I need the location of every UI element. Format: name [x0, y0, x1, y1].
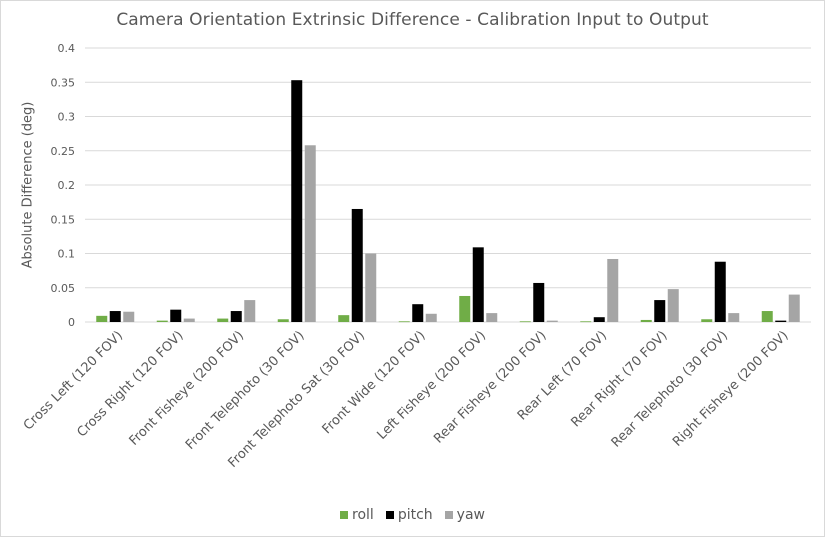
legend-label-pitch: pitch: [397, 507, 433, 523]
x-tick-label: Front Telephoto (30 FOV): [183, 328, 308, 453]
bar-roll: [96, 315, 108, 322]
gridlines: [85, 47, 811, 323]
bar-yaw: [788, 294, 800, 322]
x-tick-label: Rear Fisheye (200 FOV): [431, 328, 549, 446]
legend-swatch-roll: [340, 511, 349, 519]
bar-pitch: [109, 311, 121, 322]
bar-roll: [701, 319, 713, 322]
y-tick-labels: 0 0.05 0.1 0.15 0.2 0.25 0.3 0.35 0.4: [51, 42, 76, 329]
x-tick-label: Cross Right (120 FOV): [74, 328, 186, 440]
bar-yaw: [486, 313, 498, 322]
y-tick-label: 0.25: [51, 145, 76, 158]
y-tick-label: 0.15: [51, 213, 76, 226]
legend-label-roll: roll: [352, 507, 374, 523]
bar-yaw: [607, 258, 619, 322]
y-tick-label: 0: [68, 316, 75, 329]
x-tick-label: Cross Left (120 FOV): [21, 328, 126, 433]
bar-yaw: [728, 313, 740, 322]
y-tick-label: 0.4: [58, 42, 76, 55]
bar-chart: 0 0.05 0.1 0.15 0.2 0.25 0.3 0.35 0.4 Cross Left…: [21, 42, 811, 471]
bar-pitch: [170, 309, 182, 322]
bar-yaw: [365, 253, 377, 322]
legend: roll pitch yaw: [0, 507, 825, 523]
bar-roll: [277, 319, 289, 322]
bar-yaw: [425, 313, 437, 322]
bar-pitch: [412, 304, 424, 322]
y-tick-label: 0.05: [51, 282, 76, 295]
bar-roll: [459, 295, 471, 322]
bar-roll: [156, 320, 168, 322]
bar-yaw: [244, 300, 256, 322]
bar-pitch: [714, 261, 726, 322]
bar-roll: [761, 311, 773, 322]
bar-pitch: [230, 311, 242, 322]
legend-swatch-pitch: [385, 511, 394, 519]
legend-item-yaw: yaw: [444, 507, 485, 523]
y-tick-label: 0.3: [58, 111, 76, 124]
bar-pitch: [351, 208, 363, 322]
legend-item-roll: roll: [340, 507, 374, 523]
y-tick-label: 0.2: [58, 179, 76, 192]
bar-yaw: [667, 289, 679, 322]
x-tick-label: Front Fisheye (200 FOV): [127, 328, 248, 449]
y-tick-label: 0.35: [51, 76, 76, 89]
bar-roll: [580, 321, 592, 323]
legend-label-yaw: yaw: [456, 507, 485, 523]
bar-roll: [217, 318, 229, 322]
x-tick-label: Left Fisheye (200 FOV): [375, 328, 490, 443]
x-tick-labels: Cross Left (120 FOV)Cross Right (120 FOV…: [21, 328, 792, 471]
x-tick-label: Rear Telephoto (30 FOV): [609, 328, 731, 450]
x-tick-label: Front Wide (120 FOV): [320, 328, 429, 437]
x-tick-label: Right Fisheye (200 FOV): [670, 328, 791, 449]
bar-pitch: [533, 282, 545, 322]
bar-roll: [519, 321, 531, 323]
bar-pitch: [775, 320, 787, 322]
legend-item-pitch: pitch: [385, 507, 433, 523]
bar-yaw: [304, 145, 316, 322]
bar-roll: [398, 321, 410, 323]
bar-yaw: [123, 311, 135, 322]
bar-roll: [640, 319, 652, 322]
bar-pitch: [593, 317, 605, 322]
bar-yaw: [546, 320, 558, 322]
bar-yaw: [183, 318, 195, 322]
bar-pitch: [654, 300, 666, 322]
y-tick-label: 0.1: [58, 248, 76, 261]
bar-roll: [338, 315, 350, 322]
bar-pitch: [472, 247, 484, 322]
bar-pitch: [291, 80, 303, 322]
legend-swatch-yaw: [444, 511, 453, 519]
